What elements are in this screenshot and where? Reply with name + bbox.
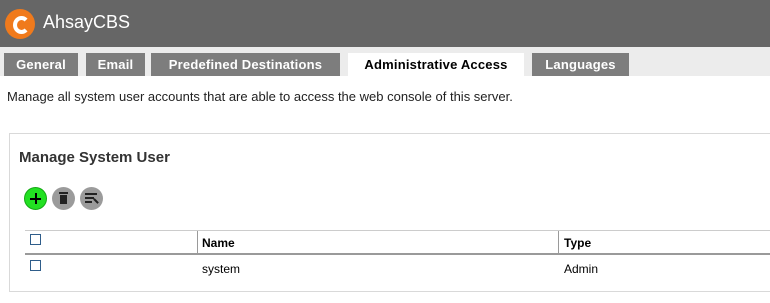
tab-general[interactable]: General [4,53,78,76]
table-top-border [25,230,770,231]
cell-name[interactable]: system [202,262,240,276]
add-icon[interactable] [24,187,47,210]
panel-title: Manage System User [19,149,170,166]
row-checkbox[interactable] [30,260,41,271]
tab-languages[interactable]: Languages [532,53,629,76]
filter-icon[interactable] [80,187,103,210]
select-all-checkbox[interactable] [30,234,41,245]
tab-email[interactable]: Email [86,53,145,76]
tab-administrative-access[interactable]: Administrative Access [348,53,524,76]
title-bar: AhsayCBS [0,0,770,47]
tab-bar: General Email Predefined Destinations Ad… [0,47,770,76]
tab-predefined-destinations[interactable]: Predefined Destinations [151,53,340,76]
table-header-border [25,253,770,255]
ahsay-logo-icon [5,9,35,39]
column-header-type[interactable]: Type [564,236,591,250]
column-separator [558,231,559,253]
column-header-name[interactable]: Name [202,236,235,250]
cell-type: Admin [564,262,599,276]
column-separator [197,231,198,253]
delete-icon[interactable] [52,187,75,210]
app-title: AhsayCBS [43,12,131,32]
page-description: Manage all system user accounts that are… [7,89,513,104]
